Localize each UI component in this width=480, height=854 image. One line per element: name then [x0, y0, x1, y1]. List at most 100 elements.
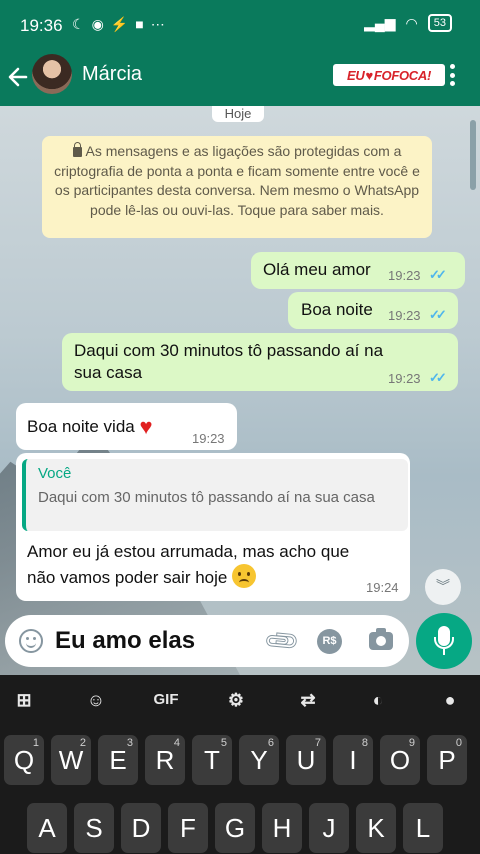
status-bar: 19:36 ☾ ◉ ⚡ ■ ⋯ ▂▄▆ ◠ 53: [0, 0, 480, 50]
settings-icon[interactable]: ⚙: [222, 686, 250, 714]
mic-icon[interactable]: ●: [436, 686, 464, 714]
date-chip: Hoje: [212, 106, 264, 122]
attach-icon[interactable]: 📎︎: [261, 621, 303, 663]
message-time: 19:23: [388, 308, 421, 323]
key-hint: 3: [126, 737, 133, 749]
key-label: P: [438, 745, 456, 775]
moon-icon: ☾: [72, 16, 85, 32]
key-p[interactable]: P0: [427, 735, 467, 785]
key-label: W: [58, 745, 84, 775]
signal-icon: ▂▄▆: [364, 15, 396, 31]
key-f[interactable]: F: [168, 803, 208, 853]
emoji-icon[interactable]: [19, 629, 43, 653]
message-text: Olá meu amor: [263, 260, 371, 279]
key-a[interactable]: A: [27, 803, 67, 853]
message-input[interactable]: Eu amo elas: [55, 625, 255, 657]
notification-icons: ☾ ◉ ⚡ ■ ⋯: [72, 15, 165, 33]
read-ticks-icon: ✓✓: [429, 370, 447, 385]
message-text: Boa noite: [301, 300, 373, 319]
reply-author: Você: [38, 465, 72, 482]
key-q[interactable]: Q1: [4, 735, 44, 785]
key-s[interactable]: S: [74, 803, 114, 853]
mic-icon-foot: [443, 649, 445, 655]
key-hint: 0: [455, 737, 462, 749]
key-hint: 2: [79, 737, 86, 749]
chat-header: Márcia EU ♥ FOFOCA!: [0, 50, 480, 106]
translate-icon[interactable]: ⇄: [294, 686, 322, 714]
key-label: T: [204, 745, 220, 775]
encryption-text: As mensagens e as ligações são protegida…: [54, 143, 420, 218]
key-e[interactable]: E3: [98, 735, 138, 785]
message-bubble[interactable]: Daqui com 30 minutos tô passando aí na s…: [62, 333, 458, 391]
heart-icon: ♥: [365, 67, 373, 83]
message-bubble[interactable]: Olá meu amor 19:23 ✓✓: [251, 252, 465, 289]
reply-quote[interactable]: Você Daqui com 30 minutos tô passando aí…: [22, 459, 408, 531]
battery-indicator: 53: [427, 14, 452, 32]
avatar[interactable]: [32, 54, 72, 94]
key-l[interactable]: L: [403, 803, 443, 853]
sticker-icon[interactable]: ☺: [82, 686, 110, 714]
status-time: 19:36: [20, 16, 63, 35]
red-heart-icon: ♥: [139, 414, 153, 439]
camera-icon[interactable]: [369, 628, 393, 650]
back-arrow-icon[interactable]: [6, 62, 32, 92]
key-hint: 5: [220, 737, 227, 749]
keyboard-toolbar: ⊞ ☺ GIF ⚙ ⇄ ◐ ●: [0, 675, 480, 723]
sad-face-icon: [232, 564, 257, 588]
lock-icon: [72, 142, 82, 157]
message-bubble[interactable]: Boa noite 19:23 ✓✓: [288, 292, 458, 329]
messenger-icon: ⚡: [110, 16, 129, 32]
key-y[interactable]: Y6: [239, 735, 279, 785]
encryption-notice[interactable]: As mensagens e as ligações são protegida…: [42, 136, 432, 238]
key-hint: 9: [408, 737, 415, 749]
mic-button[interactable]: [416, 613, 472, 669]
key-hint: 6: [267, 737, 274, 749]
key-label: I: [349, 745, 357, 775]
read-ticks-icon: ✓✓: [429, 307, 447, 322]
payment-icon[interactable]: R$: [317, 629, 342, 654]
key-u[interactable]: U7: [286, 735, 326, 785]
apps-icon[interactable]: ⊞: [10, 686, 38, 714]
gif-button[interactable]: GIF: [148, 686, 184, 714]
chat-area[interactable]: Hoje As mensagens e as ligações são prot…: [0, 106, 480, 675]
key-g[interactable]: G: [215, 803, 255, 853]
scroll-down-button[interactable]: ︾: [425, 569, 461, 605]
key-t[interactable]: T5: [192, 735, 232, 785]
reply-text: Daqui com 30 minutos tô passando aí na s…: [38, 489, 375, 506]
key-h[interactable]: H: [262, 803, 302, 853]
message-text: Amor eu já estou arrumada, mas acho que …: [27, 540, 367, 590]
mic-icon-stand: [434, 637, 454, 649]
palette-icon[interactable]: ◐: [364, 686, 392, 714]
key-label: O: [389, 745, 411, 775]
message-bubble[interactable]: Boa noite vida ♥ 19:23: [16, 403, 237, 450]
read-ticks-icon: ✓✓: [429, 267, 447, 282]
key-j[interactable]: J: [309, 803, 349, 853]
key-hint: 4: [173, 737, 180, 749]
system-icons: ▂▄▆ ◠ 53: [364, 14, 452, 32]
key-hint: 7: [314, 737, 321, 749]
key-label: Y: [250, 745, 268, 775]
message-text-content: Amor eu já estou arrumada, mas acho que …: [27, 542, 350, 587]
menu-icon[interactable]: [448, 64, 456, 86]
key-r[interactable]: R4: [145, 735, 185, 785]
brand-logo: EU ♥ FOFOCA!: [333, 64, 445, 86]
message-text: Boa noite vida ♥: [27, 414, 153, 440]
key-label: R: [155, 745, 175, 775]
key-k[interactable]: K: [356, 803, 396, 853]
key-label: E: [109, 745, 127, 775]
keyboard: ⊞ ☺ GIF ⚙ ⇄ ◐ ● Q1 W2 E3 R4 T5 Y6 U7 I8 …: [0, 675, 480, 854]
message-time: 19:23: [388, 268, 421, 283]
key-d[interactable]: D: [121, 803, 161, 853]
message-bubble[interactable]: Você Daqui com 30 minutos tô passando aí…: [16, 453, 410, 601]
scrollbar[interactable]: [470, 120, 476, 190]
contact-name[interactable]: Márcia: [82, 63, 142, 86]
key-o[interactable]: O9: [380, 735, 420, 785]
key-w[interactable]: W2: [51, 735, 91, 785]
key-label: Q: [13, 745, 35, 775]
message-text-content: Boa noite vida: [27, 417, 135, 436]
message-time: 19:23: [192, 431, 225, 446]
compose-bar: Eu amo elas 📎︎ R$: [5, 615, 409, 667]
key-i[interactable]: I8: [333, 735, 373, 785]
double-chevron-down-icon: ︾: [436, 578, 450, 594]
dots-icon: ⋯: [150, 16, 165, 32]
